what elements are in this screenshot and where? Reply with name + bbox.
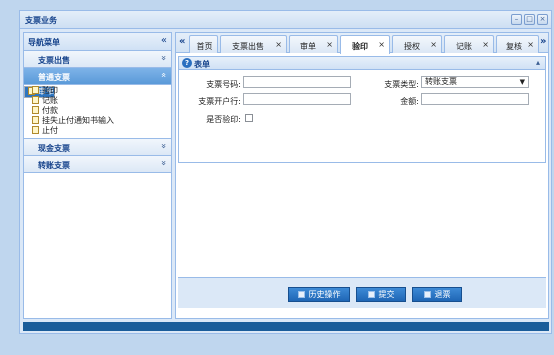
dropdown-arrow-icon: ▼ <box>519 78 525 86</box>
document-icon <box>367 291 375 298</box>
history-button-label: 历史操作 <box>308 290 341 299</box>
maximize-icon[interactable]: □ <box>524 14 535 25</box>
check-number-label: 支票号码: <box>206 80 241 89</box>
nav-item-seal-check[interactable]: 验印 <box>24 86 171 96</box>
navigation-panel: 导航菜单 « 支票出售 » 普通支票 « 审单 验印 记账 付款 挂失止付通知书… <box>23 32 172 319</box>
return-button-label: 退票 <box>434 290 451 299</box>
check-type-value: 转账支票 <box>425 77 457 86</box>
verified-checkbox[interactable] <box>245 114 253 122</box>
close-tab-icon[interactable]: × <box>378 40 385 49</box>
history-button[interactable]: 历史操作 <box>288 287 350 302</box>
check-form: 支票号码: 支票类型: 转账支票 ▼ 支票开户行: 金额: 是否验印: <box>178 70 546 163</box>
section-ordinary-check[interactable]: 普通支票 « <box>24 68 171 85</box>
document-icon <box>32 86 39 94</box>
tab-bar: « 首页 支票出售 × 审单 × 验印 × 授权 × 记账 × 复核 × » <box>176 33 548 54</box>
close-icon[interactable]: × <box>537 14 548 25</box>
tab-scroll-right-icon[interactable]: » <box>540 36 546 47</box>
help-icon: ? <box>182 58 192 68</box>
tab-scroll-left-icon[interactable]: « <box>179 36 185 47</box>
check-type-select[interactable]: 转账支票 ▼ <box>421 76 529 88</box>
chevron-down-icon: » <box>158 160 169 166</box>
bank-input[interactable] <box>243 93 351 105</box>
chevron-down-icon: » <box>158 55 169 61</box>
tab-authorize[interactable]: 授权 × <box>392 35 442 53</box>
check-type-label: 支票类型: <box>384 80 419 89</box>
amount-label: 金额: <box>400 97 419 106</box>
document-icon <box>423 291 431 298</box>
tab-seal-check[interactable]: 验印 × <box>340 35 390 54</box>
document-icon <box>32 126 39 134</box>
tab-label: 审单 <box>300 42 316 51</box>
chevron-up-icon: « <box>158 72 169 78</box>
return-check-button[interactable]: 退票 <box>412 287 462 302</box>
section-label: 现金支票 <box>38 144 70 153</box>
nav-item-label: 验印 <box>42 86 58 95</box>
close-tab-icon[interactable]: × <box>527 40 534 49</box>
minimize-icon[interactable]: – <box>511 14 522 25</box>
document-icon <box>32 96 39 104</box>
collapse-nav-icon[interactable]: « <box>161 35 167 46</box>
nav-item-loss-notice[interactable]: 挂失止付通知书输入 <box>24 116 171 126</box>
close-tab-icon[interactable]: × <box>430 40 437 49</box>
bank-label: 支票开户行: <box>198 97 241 106</box>
tab-label: 验印 <box>352 42 368 51</box>
tab-verify[interactable]: 复核 × <box>496 35 539 53</box>
document-icon <box>32 106 39 114</box>
tab-label: 授权 <box>404 42 420 51</box>
collapse-panel-icon[interactable]: ▴ <box>536 58 540 67</box>
tab-label: 复核 <box>506 42 522 51</box>
tab-label: 记账 <box>456 42 472 51</box>
tab-bookkeeping[interactable]: 记账 × <box>444 35 494 53</box>
ordinary-check-items: 审单 验印 记账 付款 挂失止付通知书输入 止付 <box>24 85 171 139</box>
nav-item-label: 止付 <box>42 126 58 135</box>
section-label: 支票出售 <box>38 56 70 65</box>
submit-button-label: 提交 <box>378 290 395 299</box>
navigation-title: 导航菜单 <box>28 38 60 47</box>
tab-check-sale[interactable]: 支票出售 × <box>220 35 287 53</box>
form-panel-header: ? 表单 ▴ <box>178 56 546 70</box>
section-check-sale[interactable]: 支票出售 » <box>24 51 171 68</box>
section-label: 普通支票 <box>38 73 70 82</box>
nav-item-label: 挂失止付通知书输入 <box>42 116 114 125</box>
nav-item-stop-payment[interactable]: 止付 <box>24 126 171 136</box>
action-bar: 历史操作 提交 退票 <box>178 277 546 308</box>
section-cash-check[interactable]: 现金支票 » <box>24 139 171 156</box>
section-label: 转账支票 <box>38 161 70 170</box>
tab-label: 首页 <box>196 42 213 51</box>
nav-item-payment[interactable]: 付款 <box>24 106 171 116</box>
form-panel-title: 表单 <box>194 60 210 69</box>
window-titlebar: 支票业务 – □ × <box>20 11 551 29</box>
submit-button[interactable]: 提交 <box>356 287 406 302</box>
chevron-down-icon: » <box>158 143 169 149</box>
amount-input[interactable] <box>421 93 529 105</box>
main-window: 支票业务 – □ × 导航菜单 « 支票出售 » 普通支票 « 审单 验印 记账… <box>19 10 552 334</box>
window-title: 支票业务 <box>25 16 57 25</box>
close-tab-icon[interactable]: × <box>275 40 282 49</box>
check-number-input[interactable] <box>243 76 351 88</box>
status-bar <box>23 322 549 331</box>
verified-label: 是否验印: <box>206 115 241 124</box>
navigation-header: 导航菜单 « <box>24 33 171 51</box>
close-tab-icon[interactable]: × <box>326 40 333 49</box>
close-tab-icon[interactable]: × <box>482 40 489 49</box>
section-transfer-check[interactable]: 转账支票 » <box>24 156 171 173</box>
tab-label: 支票出售 <box>232 42 264 51</box>
tab-home[interactable]: 首页 <box>189 35 218 53</box>
main-content: « 首页 支票出售 × 审单 × 验印 × 授权 × 记账 × 复核 × » ?… <box>175 32 549 319</box>
tab-review[interactable]: 审单 × <box>289 35 338 53</box>
search-icon <box>297 291 305 298</box>
document-icon <box>32 116 39 124</box>
nav-item-label: 记账 <box>42 96 58 105</box>
nav-item-bookkeeping[interactable]: 记账 <box>24 96 171 106</box>
nav-item-label: 付款 <box>42 106 58 115</box>
window-controls: – □ × <box>511 14 548 25</box>
